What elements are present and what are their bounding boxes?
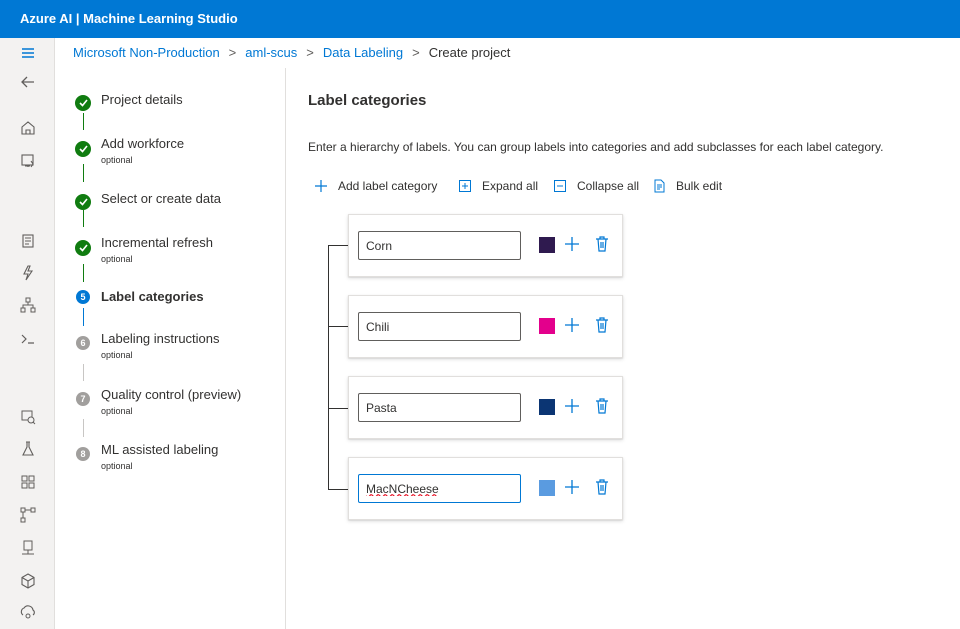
step-label: Labeling instructions [101,331,220,346]
collapse-all-button[interactable]: Collapse all [553,176,641,196]
bulk-edit-icon [652,179,666,193]
collapse-icon [553,179,567,193]
breadcrumb: Microsoft Non-Production > aml-scus > Data L… [73,38,510,68]
home-icon[interactable] [19,119,37,137]
label-name-input[interactable] [358,312,521,341]
endpoints-icon[interactable] [19,603,37,621]
step-number-badge: 7 [76,392,90,406]
breadcrumb-workspace[interactable]: aml-scus [245,45,297,60]
panel-divider [285,68,286,629]
expand-icon [458,179,472,193]
step-optional-label: optional [101,155,133,165]
add-label-category-button[interactable]: Add label category [314,176,446,196]
step-label: Incremental refresh [101,235,213,250]
add-subclass-icon[interactable] [563,235,581,253]
label-category-card [348,376,623,439]
step-optional-label: optional [101,461,133,471]
label-category-card [348,214,623,277]
left-nav-rail [0,38,55,629]
step-optional-label: optional [101,406,133,416]
step-optional-label: optional [101,350,133,360]
back-arrow-icon[interactable] [19,73,37,91]
add-subclass-icon[interactable] [563,316,581,334]
bulk-edit-label: Bulk edit [676,179,723,193]
breadcrumb-workspace-directory[interactable]: Microsoft Non-Production [73,45,220,60]
models-icon[interactable] [19,572,37,590]
add-subclass-icon[interactable] [563,478,581,496]
model-catalog-icon[interactable] [19,152,37,170]
label-color-swatch[interactable] [539,399,555,415]
delete-icon[interactable] [594,478,610,496]
step-label: ML assisted labeling [101,442,219,457]
label-color-swatch[interactable] [539,318,555,334]
components-icon[interactable] [19,473,37,491]
step-connector [83,364,84,381]
step-label: Select or create data [101,191,221,206]
step-number-badge: 5 [76,290,90,304]
add-subclass-icon[interactable] [563,397,581,415]
step-label: Project details [101,92,183,107]
step-label: Add workforce [101,136,185,151]
breadcrumb-data-labeling[interactable]: Data Labeling [323,45,403,60]
step-connector [83,308,84,326]
label-name-input[interactable] [358,474,521,503]
label-name-input[interactable] [358,393,521,422]
app-header: Azure AI | Machine Learning Studio [0,0,960,38]
step-label: Label categories [101,289,204,304]
checkmark-icon [75,240,91,256]
expand-all-button[interactable]: Expand all [458,176,540,196]
page-title: Label categories [308,92,427,109]
chevron-right-icon: > [412,45,420,60]
delete-icon[interactable] [594,235,610,253]
bulk-edit-button[interactable]: Bulk edit [652,176,728,196]
automated-ml-icon[interactable] [19,264,37,282]
step-connector [83,164,84,182]
prompt-flow-icon[interactable] [19,330,37,348]
label-name-input[interactable] [358,231,521,260]
step-connector [83,210,84,227]
notebooks-icon[interactable] [19,232,37,250]
tree-connector-vertical [328,245,329,489]
designer-icon[interactable] [19,296,37,314]
expand-all-label: Expand all [482,179,539,193]
compute-icon[interactable] [19,539,37,557]
page-description: Enter a hierarchy of labels. You can gro… [308,140,884,154]
step-connector [83,113,84,130]
hamburger-menu-icon[interactable] [19,44,37,62]
data-icon[interactable] [19,408,37,426]
checkmark-icon [75,95,91,111]
step-number-badge: 8 [76,447,90,461]
step-connector [83,419,84,437]
step-optional-label: optional [101,254,133,264]
step-label: Quality control (preview) [101,387,242,402]
delete-icon[interactable] [594,316,610,334]
breadcrumb-current-page: Create project [428,45,511,60]
jobs-icon[interactable] [19,440,37,458]
plus-icon [314,179,328,193]
label-category-card [348,295,623,358]
chevron-right-icon: > [228,45,237,60]
collapse-all-label: Collapse all [577,179,640,193]
add-label-category-label: Add label category [338,179,438,193]
label-color-swatch[interactable] [539,480,555,496]
chevron-right-icon: > [306,45,314,60]
checkmark-icon [75,194,91,210]
checkmark-icon [75,141,91,157]
app-title[interactable]: Azure AI | Machine Learning Studio [20,11,238,26]
step-number-badge: 6 [76,336,90,350]
pipelines-icon[interactable] [19,506,37,524]
label-category-card [348,457,623,520]
label-color-swatch[interactable] [539,237,555,253]
delete-icon[interactable] [594,397,610,415]
step-connector [83,264,84,282]
wizard-steps: Project details Add workforce optional S… [55,68,285,629]
